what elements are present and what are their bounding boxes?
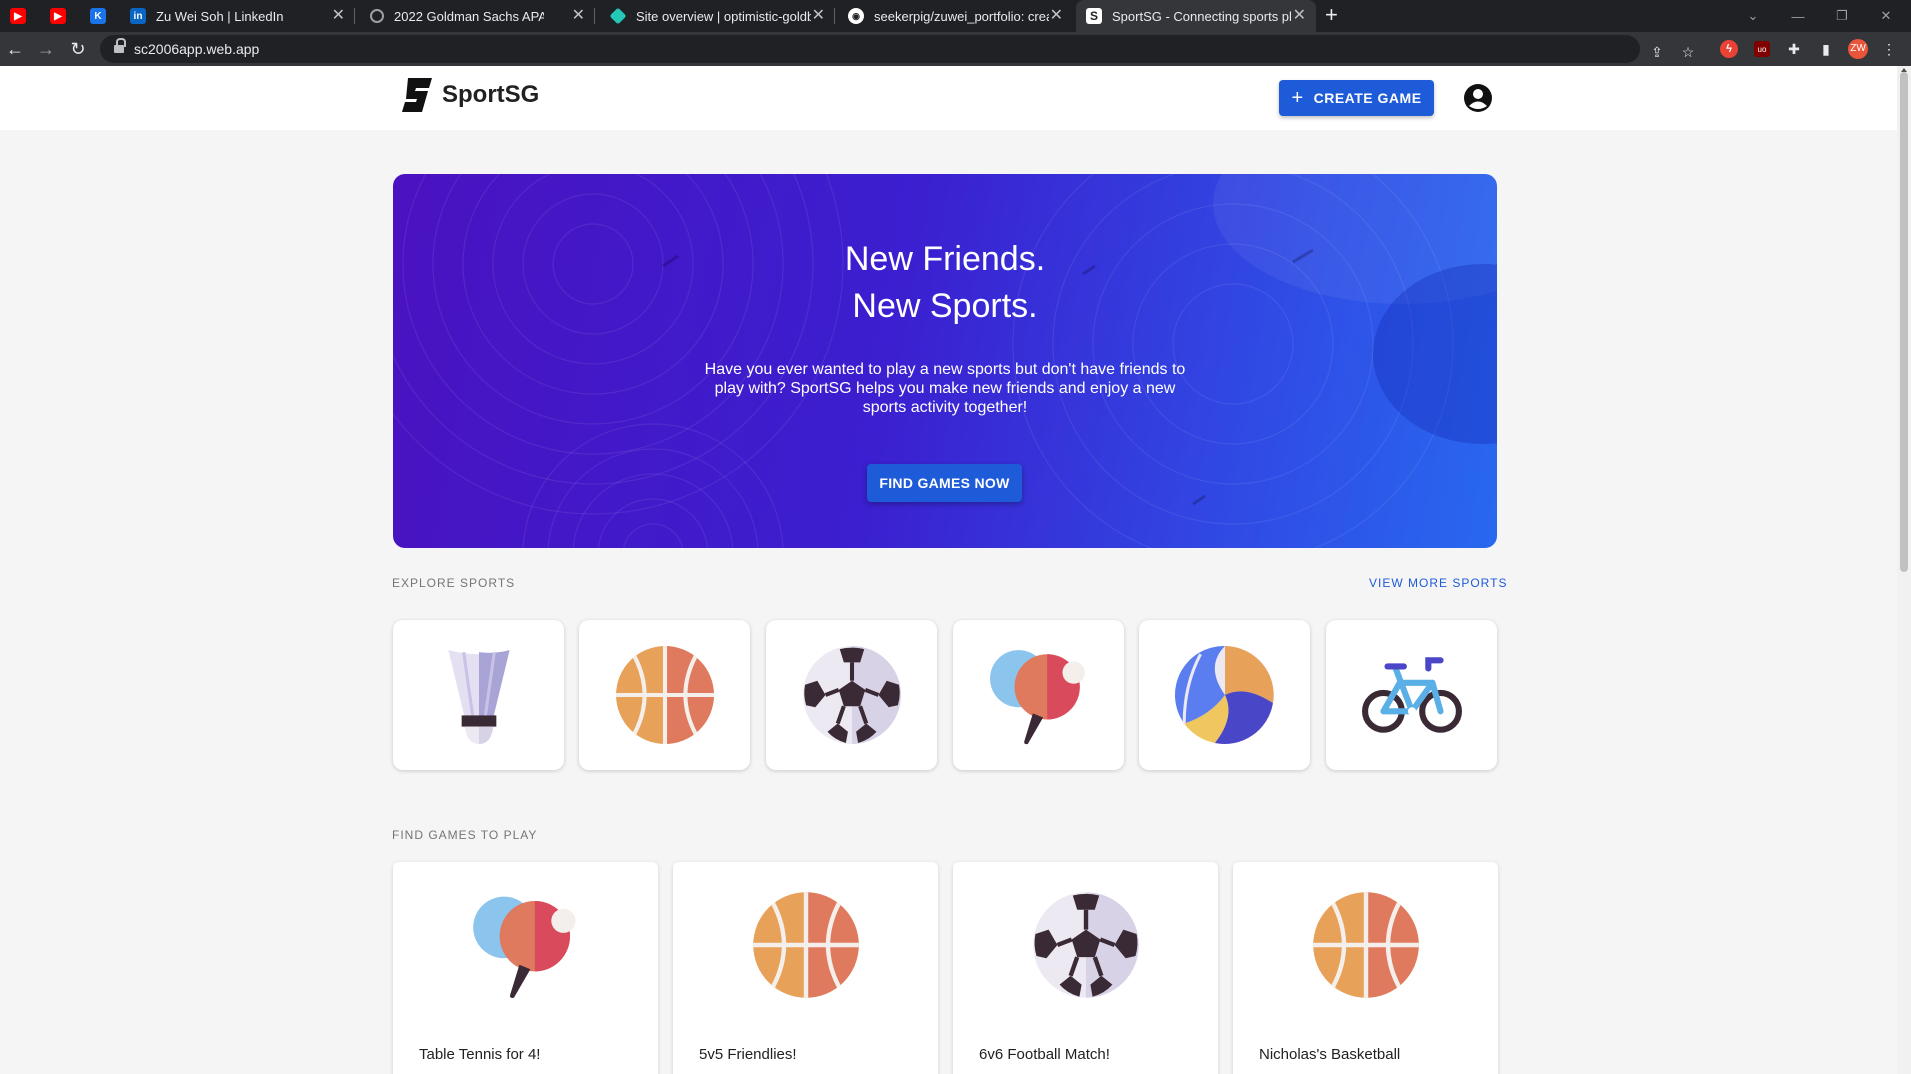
lock-icon <box>114 38 126 55</box>
tab-title: 2022 Goldman Sachs APAC Opp <box>394 8 544 24</box>
github-icon: ◉ <box>848 8 864 24</box>
tab-youtube-2[interactable]: ▶ <box>50 0 78 32</box>
close-tab-icon[interactable]: ✕ <box>1050 7 1063 25</box>
close-window-button[interactable]: ✕ <box>1866 0 1906 32</box>
tab-search-icon[interactable]: ⌄ <box>1733 0 1773 32</box>
close-tab-icon[interactable]: ✕ <box>812 7 825 25</box>
reload-button[interactable]: ↻ <box>68 39 88 59</box>
extension-lightning-icon[interactable]: ϟ <box>1720 40 1738 58</box>
table-tennis-icon <box>988 644 1090 746</box>
browser-tab-bar: ▶ ▶ K in Zu Wei Soh | LinkedIn ✕ 2022 Go… <box>0 0 1911 32</box>
brand-name: SportSG <box>442 81 540 108</box>
globe-icon <box>370 9 384 23</box>
tab-github[interactable]: ◉ seekerpig/zuwei_portfolio: create ✕ <box>848 0 1073 32</box>
tab-title: Zu Wei Soh | LinkedIn <box>156 8 284 24</box>
basketball-icon <box>751 890 861 1000</box>
close-tab-icon[interactable]: ✕ <box>332 7 345 25</box>
k-icon: K <box>90 8 106 24</box>
restore-button[interactable]: ❐ <box>1822 0 1862 32</box>
find-games-button[interactable]: FIND GAMES NOW <box>867 464 1022 502</box>
page-scrollbar[interactable] <box>1897 66 1911 1074</box>
back-button[interactable]: ← <box>5 39 25 59</box>
sport-card-badminton[interactable] <box>393 620 564 770</box>
browser-toolbar: ← → ↻ sc2006app.web.app ⇪ ☆ ϟ uo ✚ ▮ ZW … <box>0 32 1911 66</box>
sport-card-basketball[interactable] <box>579 620 750 770</box>
sportsg-icon: S <box>1086 8 1102 24</box>
plus-icon: + <box>1291 87 1304 109</box>
game-card[interactable]: 6v6 Football Match! <box>953 862 1218 1074</box>
close-tab-icon[interactable]: ✕ <box>572 7 585 25</box>
bookmark-star-icon[interactable]: ☆ <box>1679 43 1697 61</box>
tab-title: seekerpig/zuwei_portfolio: create <box>874 8 1049 24</box>
find-games-label: FIND GAMES TO PLAY <box>392 828 538 842</box>
badminton-icon <box>428 644 530 746</box>
hero-title: New Friends. New Sports. <box>393 236 1497 330</box>
close-tab-icon[interactable]: ✕ <box>1293 7 1306 25</box>
cycling-icon <box>1361 644 1463 746</box>
share-icon[interactable]: ⇪ <box>1648 43 1666 61</box>
extensions-puzzle-icon[interactable]: ✚ <box>1785 40 1803 58</box>
tab-title: Site overview | optimistic-goldbe <box>636 8 811 24</box>
sport-card-volleyball[interactable] <box>1139 620 1310 770</box>
tab-k[interactable]: K <box>90 0 118 32</box>
create-game-button[interactable]: + CREATE GAME <box>1279 80 1434 116</box>
new-tab-button[interactable]: + <box>1325 2 1338 28</box>
hero-description: Have you ever wanted to play a new sport… <box>704 361 1186 416</box>
sport-card-table-tennis[interactable] <box>953 620 1124 770</box>
page-viewport: SportSG + CREATE GAME New Friends. New S… <box>0 66 1897 1074</box>
explore-sports-label: EXPLORE SPORTS <box>392 576 516 590</box>
tab-youtube-1[interactable]: ▶ <box>10 0 38 32</box>
hero-banner: New Friends. New Sports. Have you ever w… <box>393 174 1497 548</box>
table-tennis-icon <box>471 890 581 1000</box>
game-card[interactable]: 5v5 Friendlies! <box>673 862 938 1074</box>
forward-button[interactable]: → <box>36 39 56 59</box>
game-title: Table Tennis for 4! <box>419 1046 541 1063</box>
account-icon[interactable] <box>1463 83 1493 113</box>
sport-card-cycling[interactable] <box>1326 620 1497 770</box>
tab-netlify[interactable]: Site overview | optimistic-goldbe ✕ <box>610 0 835 32</box>
linkedin-icon: in <box>130 8 146 24</box>
game-title: Nicholas's Basketball <box>1259 1046 1401 1063</box>
sport-card-football[interactable] <box>766 620 937 770</box>
minimize-button[interactable]: — <box>1778 0 1818 32</box>
view-more-sports-link[interactable]: VIEW MORE SPORTS <box>1369 576 1507 590</box>
sportsg-logo-icon <box>402 78 432 112</box>
basketball-icon <box>614 644 716 746</box>
tab-title: SportSG - Connecting sports play <box>1112 8 1292 24</box>
tab-sportsg[interactable]: S SportSG - Connecting sports play ✕ <box>1076 0 1316 32</box>
url-text: sc2006app.web.app <box>134 41 260 57</box>
app-header: SportSG + CREATE GAME <box>0 66 1897 130</box>
address-bar[interactable]: sc2006app.web.app ⇪ ☆ <box>100 35 1694 63</box>
game-title: 5v5 Friendlies! <box>699 1046 797 1063</box>
volleyball-icon <box>1174 644 1276 746</box>
game-card[interactable]: Table Tennis for 4! <box>393 862 658 1074</box>
youtube-icon: ▶ <box>10 8 26 24</box>
tab-linkedin[interactable]: in Zu Wei Soh | LinkedIn ✕ <box>130 0 355 32</box>
football-icon <box>1031 890 1141 1000</box>
hero-title-line2: New Sports. <box>852 287 1038 325</box>
side-panel-icon[interactable]: ▮ <box>1817 40 1835 58</box>
profile-avatar[interactable]: ZW <box>1848 39 1868 59</box>
football-icon <box>801 644 903 746</box>
ublock-icon[interactable]: uo <box>1754 41 1770 57</box>
basketball-icon <box>1311 890 1421 1000</box>
youtube-icon: ▶ <box>50 8 66 24</box>
create-game-label: CREATE GAME <box>1313 90 1422 106</box>
tab-goldman[interactable]: 2022 Goldman Sachs APAC Opp ✕ <box>370 0 595 32</box>
scrollbar-thumb[interactable] <box>1900 72 1908 572</box>
netlify-icon <box>610 7 627 25</box>
hero-title-line1: New Friends. <box>844 240 1046 278</box>
browser-menu-icon[interactable]: ⋮ <box>1880 40 1898 58</box>
brand[interactable]: SportSG <box>402 78 539 112</box>
game-card[interactable]: Nicholas's Basketball <box>1233 862 1498 1074</box>
game-title: 6v6 Football Match! <box>979 1046 1110 1063</box>
